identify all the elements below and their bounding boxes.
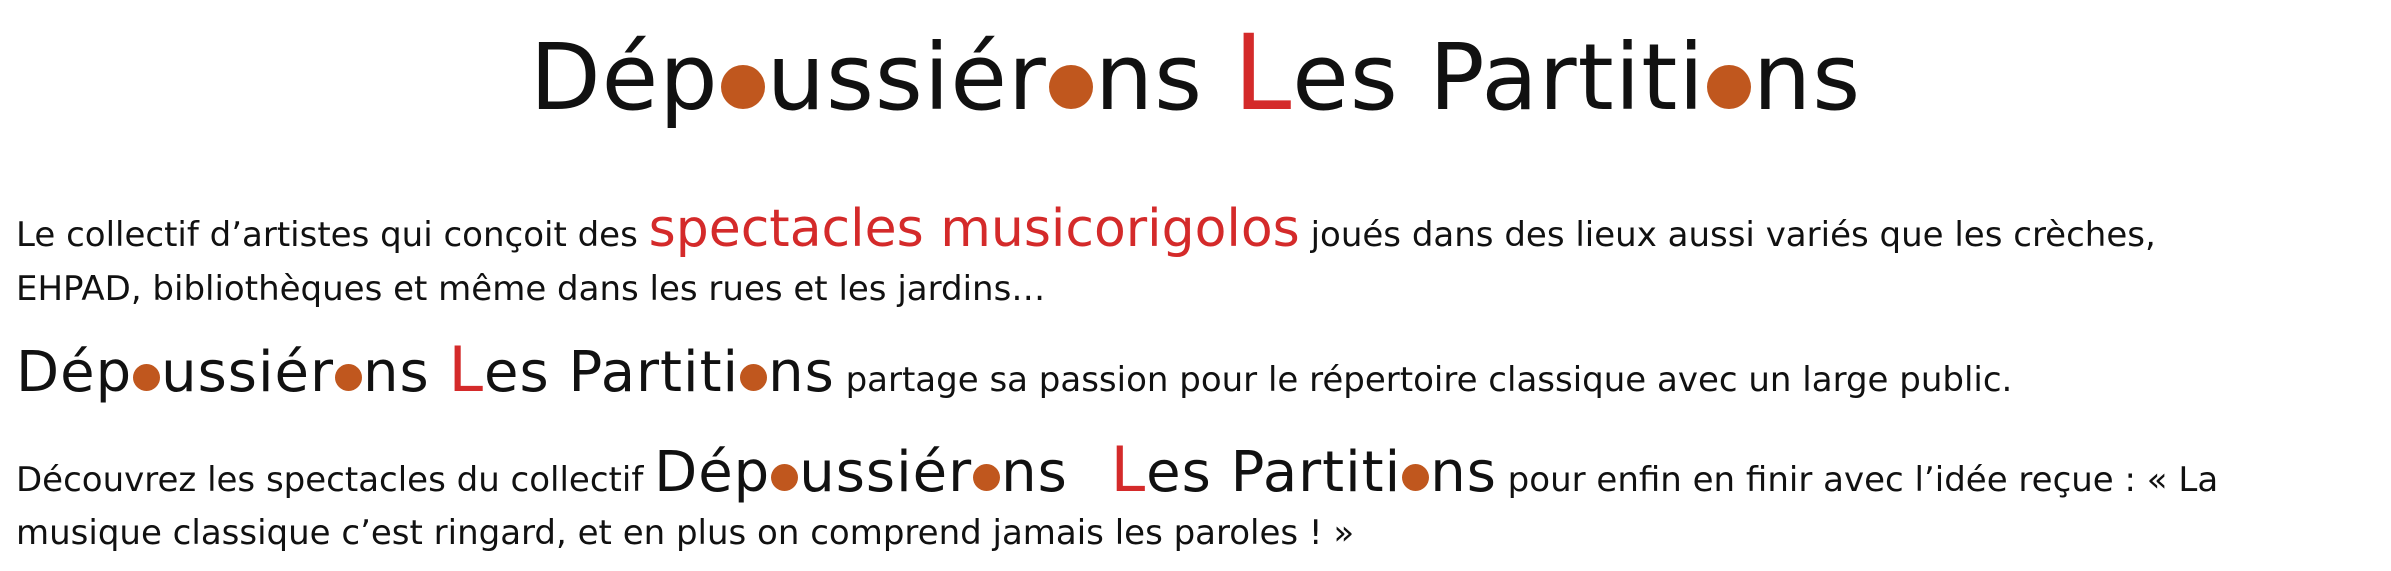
page-title: Dép ussiér ns Les Partiti ns [0, 18, 2391, 133]
title-text-3: ns [1094, 24, 1234, 131]
inline-logo: Dép ussiér ns Les Partiti ns [16, 333, 835, 406]
paragraph-line-5: musique classique c’est ringard, et en p… [16, 508, 1354, 558]
paragraph-line-4: Découvrez les spectacles du collectif Dé… [16, 430, 2218, 510]
logo-text-1: Dép [16, 340, 133, 405]
logo-red-l: L [1110, 433, 1147, 506]
logo-text-1: Dép [654, 440, 771, 505]
logo-text-2: ussiér [799, 440, 973, 505]
logo-red-l: L [448, 333, 485, 406]
line4-text-before: Découvrez les spectacles du collectif [16, 460, 655, 500]
line3-text-after: partage sa passion pour le répertoire cl… [834, 360, 2013, 400]
logo-text-3: ns [363, 340, 449, 405]
orange-dot-icon [335, 364, 363, 391]
line2-text: EHPAD, bibliothèques et même dans les ru… [16, 269, 1046, 309]
paragraph-line-1: Le collectif d’artistes qui conçoit des … [16, 194, 2156, 264]
title-red-l: L [1233, 12, 1293, 134]
logo-text-4: es Partiti [484, 340, 740, 405]
orange-dot-icon [1402, 464, 1430, 491]
paragraph-line-3: Dép ussiér ns Les Partiti ns partage sa pas… [16, 330, 2012, 410]
line1-text-before: Le collectif d’artistes qui conçoit des [16, 215, 649, 255]
orange-dot-icon [1048, 65, 1093, 109]
title-text-4: es Partiti [1292, 24, 1705, 131]
line1-text-after: joués dans des lieux aussi variés que le… [1299, 215, 2156, 255]
title-text-2: ussiér [766, 24, 1047, 131]
orange-dot-icon [740, 364, 768, 391]
line4-text-after: pour enfin en finir avec l’idée reçue : … [1496, 460, 2219, 500]
orange-dot-icon [973, 464, 1001, 491]
orange-dot-icon [1706, 65, 1751, 109]
logo-text-5: ns [1430, 440, 1497, 505]
page: Dép ussiér ns Les Partiti ns Le collectif d… [0, 0, 2391, 571]
logo-text-5: ns [768, 340, 835, 405]
logo-text-2: ussiér [161, 340, 335, 405]
inline-logo: Dép ussiér ns Les Partiti ns [654, 433, 1497, 506]
logo-text-3: ns [1001, 440, 1087, 505]
title-text-5: ns [1752, 24, 1862, 131]
orange-dot-icon [133, 364, 161, 391]
orange-dot-icon [720, 65, 765, 109]
line5-text: musique classique c’est ringard, et en p… [16, 513, 1355, 553]
paragraph-line-2: EHPAD, bibliothèques et même dans les ru… [16, 264, 1045, 314]
orange-dot-icon [771, 464, 799, 491]
logo-text-4: es Partiti [1146, 440, 1402, 505]
line1-highlight: spectacles musicorigolos [648, 199, 1300, 259]
title-text-1: Dép [529, 24, 719, 131]
